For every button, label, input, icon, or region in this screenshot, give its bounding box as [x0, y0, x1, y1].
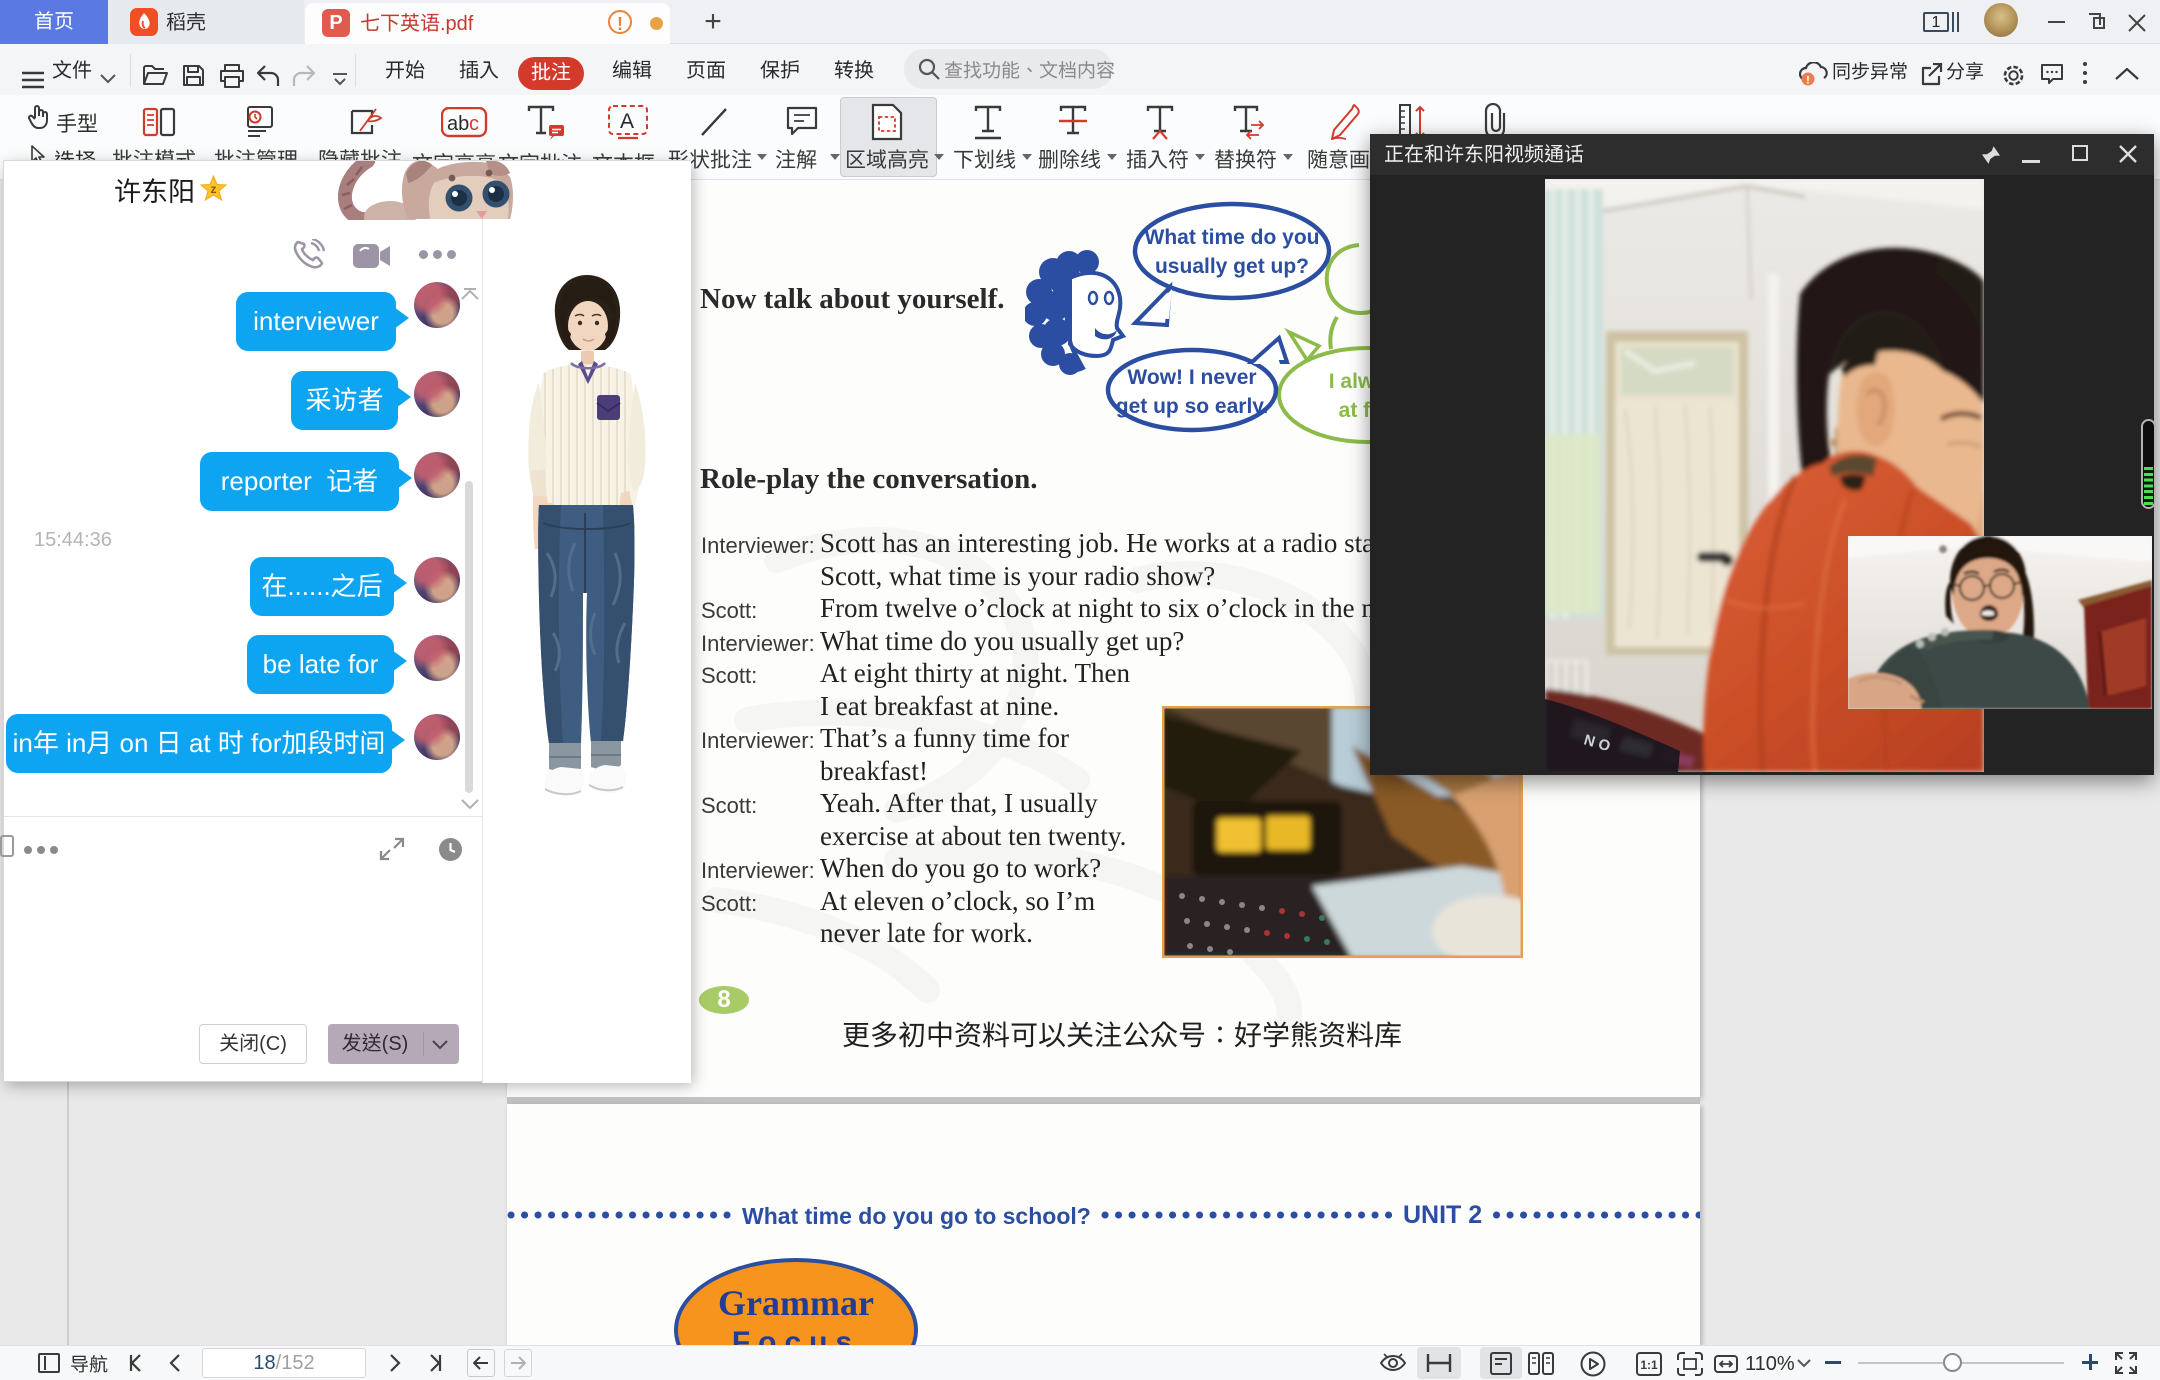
svg-text:usually get up?: usually get up?: [1155, 255, 1309, 278]
svg-text:1:1: 1:1: [1640, 1358, 1658, 1372]
svg-text:get up so early.: get up so early.: [1116, 395, 1269, 418]
svg-text:!: !: [1806, 75, 1810, 87]
svg-text:What time do you: What time do you: [1145, 226, 1320, 249]
svg-text:ab: ab: [447, 113, 469, 135]
svg-text:c: c: [469, 113, 479, 135]
svg-text:z: z: [211, 182, 217, 196]
svg-text:A: A: [620, 110, 634, 133]
